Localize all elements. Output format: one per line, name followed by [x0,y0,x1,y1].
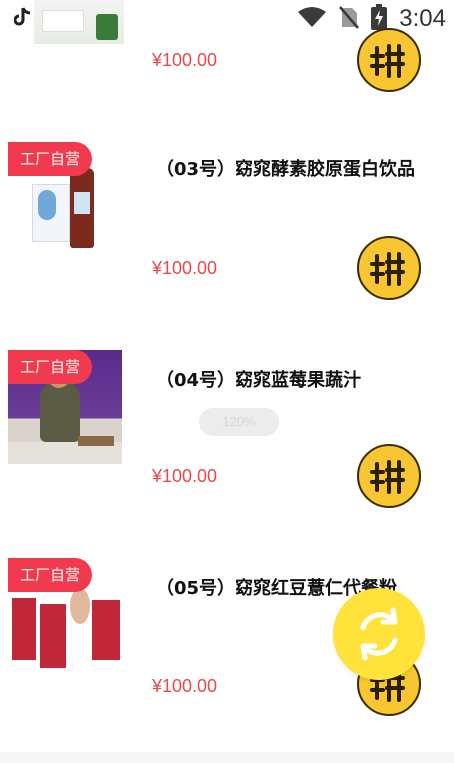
pin-character-icon [370,44,405,78]
product-price: ¥100.00 [152,258,218,278]
product-price: ¥100.00 [152,676,218,696]
product-price: ¥100.00 [152,50,218,70]
product-badge: 工厂自营 [8,558,92,592]
group-buy-button[interactable] [357,444,421,508]
group-buy-button[interactable] [357,28,421,92]
product-badge: 工厂自营 [8,350,92,384]
refresh-fab[interactable] [333,588,425,680]
zoom-toast: 120% [199,408,279,436]
product-card[interactable]: ¥100.00 [0,0,454,110]
product-image [34,0,124,44]
product-badge: 工厂自营 [8,142,92,176]
product-title[interactable]: （03号）窈窕酵素胶原蛋白饮品 [156,155,415,181]
product-title[interactable]: （04号）窈窕蓝莓果蔬汁 [156,366,361,392]
bottom-divider [0,752,454,763]
group-buy-button[interactable] [357,236,421,300]
product-price: ¥100.00 [152,466,218,486]
refresh-icon [360,607,398,661]
product-card[interactable]: 工厂自营 （03号）窈窕酵素胶原蛋白饮品 ¥100.00 [0,128,454,308]
pin-character-icon [370,252,405,286]
pin-character-icon [370,460,405,494]
